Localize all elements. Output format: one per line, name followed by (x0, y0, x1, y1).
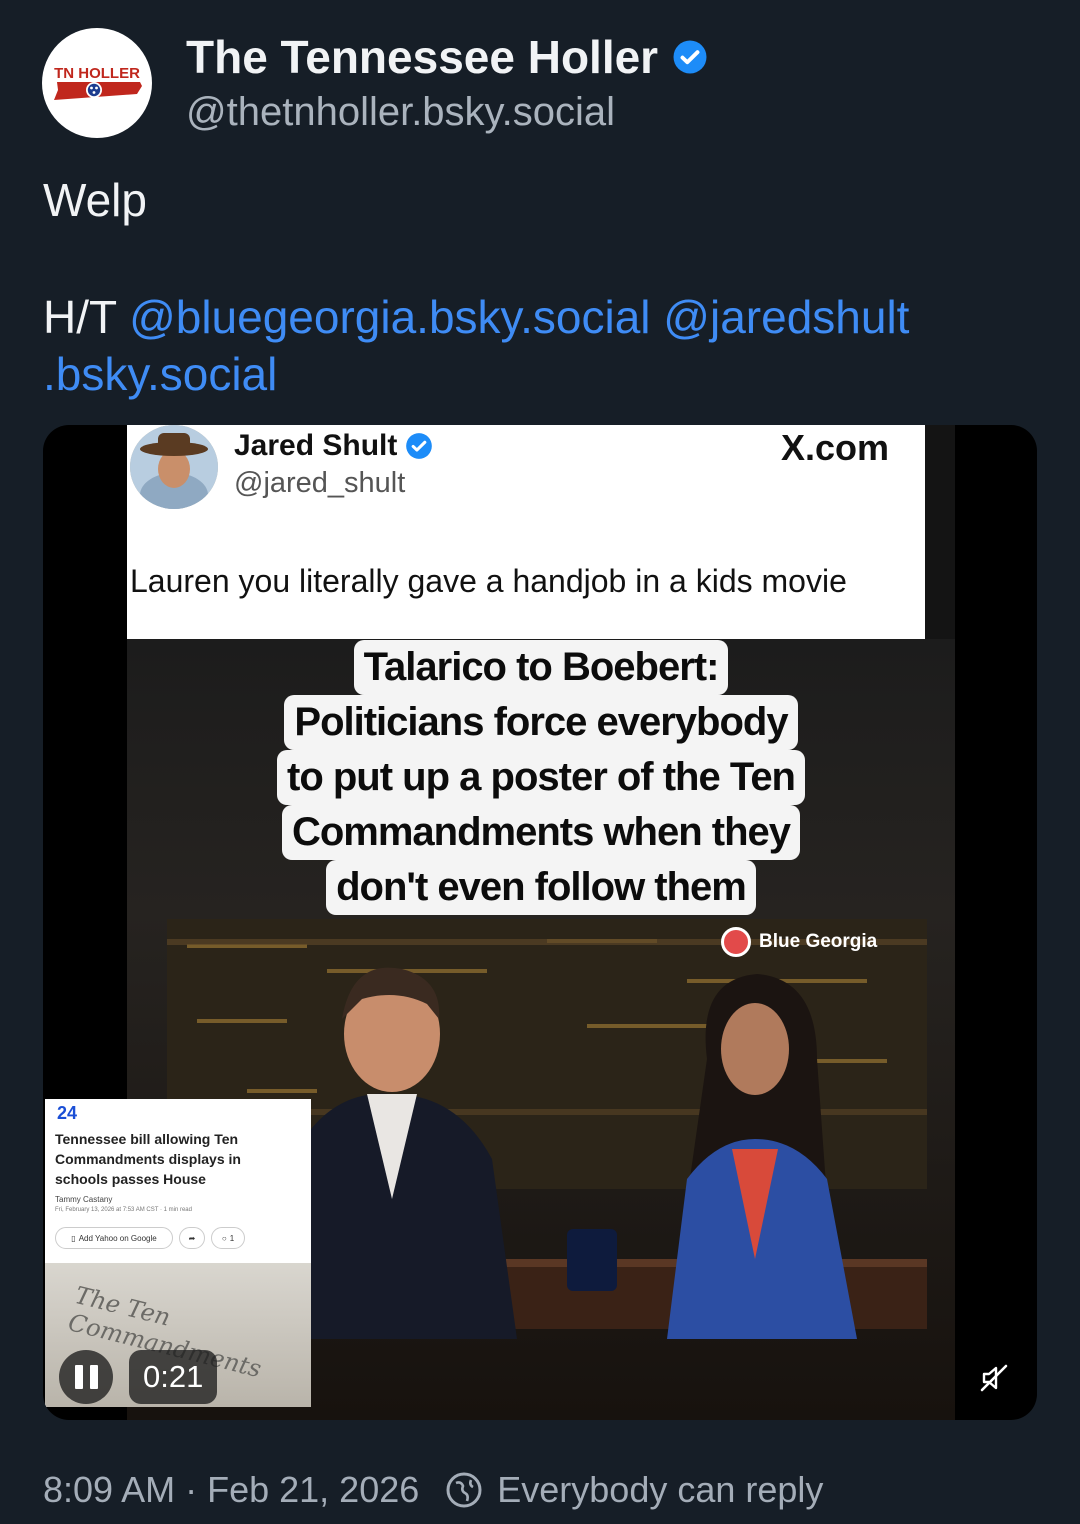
quoted-author-avatar (130, 425, 218, 509)
comment-icon: ○ (221, 1233, 227, 1243)
add-on-google-label: Add Yahoo on Google (78, 1233, 157, 1243)
bookmark-icon: ▯ (71, 1233, 76, 1243)
pause-icon (89, 1365, 98, 1389)
comments-button: ○ 1 (211, 1227, 245, 1249)
video-caption: Talarico to Boebert: Politicians force e… (127, 640, 955, 915)
footer-separator: · (185, 1469, 198, 1510)
reply-setting[interactable]: Everybody can reply (497, 1469, 823, 1511)
post-text: Welp H/T @bluegeorgia.bsky.social @jared… (43, 172, 1043, 403)
quoted-author-handle: @jared_shult (234, 467, 406, 499)
pause-icon (74, 1365, 83, 1389)
georgia-logo-icon (721, 927, 751, 957)
ht-prefix: H/T (43, 291, 117, 343)
cowboy-avatar-image (130, 425, 218, 509)
post-time: 8:09 AM (43, 1469, 176, 1510)
post-footer: 8:09 AM · Feb 21, 2026 Everybody can rep… (43, 1466, 823, 1514)
muted-speaker-icon[interactable] (978, 1362, 1010, 1394)
post-line-ht: H/T @bluegeorgia.bsky.social @jaredshult (43, 289, 1043, 346)
video-player[interactable]: Jared Shult @jared_shult X.com Lauren yo… (43, 425, 1037, 1420)
post: TN HOLLER The Tennessee Holler @thetnhol… (0, 0, 1080, 1524)
blue-georgia-watermark: Blue Georgia (721, 927, 877, 957)
mention-bluegeorgia[interactable]: @bluegeorgia.bsky.social (129, 291, 650, 343)
caption-line: to put up a poster of the Ten (277, 750, 805, 805)
quoted-author-name: Jared Shult (234, 429, 433, 463)
author-handle[interactable]: @thetnholler.bsky.social (186, 90, 615, 135)
tn-holler-logo: TN HOLLER (54, 65, 142, 100)
source-label: X.com (780, 427, 889, 468)
elapsed-time: 0:21 (129, 1350, 218, 1404)
svg-text:TN HOLLER: TN HOLLER (54, 65, 140, 82)
verified-badge-icon (673, 40, 707, 74)
quoted-tweet-text: Lauren you literally gave a handjob in a… (130, 563, 847, 599)
globe-reply-icon (446, 1472, 482, 1508)
news-date: Fri, February 13, 2026 at 7:53 AM CST · … (55, 1207, 192, 1213)
pause-button[interactable] (59, 1350, 113, 1404)
caption-line: Commandments when they (281, 805, 801, 860)
verified-badge-icon (406, 433, 433, 459)
quoted-tweet-card: Jared Shult @jared_shult X.com Lauren yo… (127, 425, 925, 639)
author-display-name[interactable]: The Tennessee Holler (186, 30, 708, 84)
author-avatar[interactable]: TN HOLLER (42, 28, 152, 138)
watermark-text: Blue Georgia (759, 931, 878, 952)
caption-line: don't even follow them (326, 860, 756, 915)
news-author: Tammy Castany (55, 1195, 113, 1204)
add-on-google-button: ▯ Add Yahoo on Google (55, 1227, 173, 1249)
caption-line: Talarico to Boebert: (353, 640, 729, 695)
post-date: Feb 21, 2026 (207, 1469, 420, 1510)
mention-jaredshult-suffix[interactable]: .bsky.social (43, 346, 1043, 403)
caption-line: Politicians force everybody (284, 695, 798, 750)
mention-jaredshult[interactable]: @jaredshult (663, 291, 909, 343)
news-headline: Tennessee bill allowing Ten Commandments… (55, 1131, 241, 1187)
post-line-welp: Welp (43, 174, 147, 226)
author-name-text[interactable]: The Tennessee Holler (186, 30, 658, 84)
comments-count: 1 (229, 1233, 235, 1243)
abc24-logo: 24 (57, 1103, 78, 1123)
share-icon: ➦ (179, 1227, 205, 1249)
quoted-author-name-text: Jared Shult (234, 429, 398, 462)
